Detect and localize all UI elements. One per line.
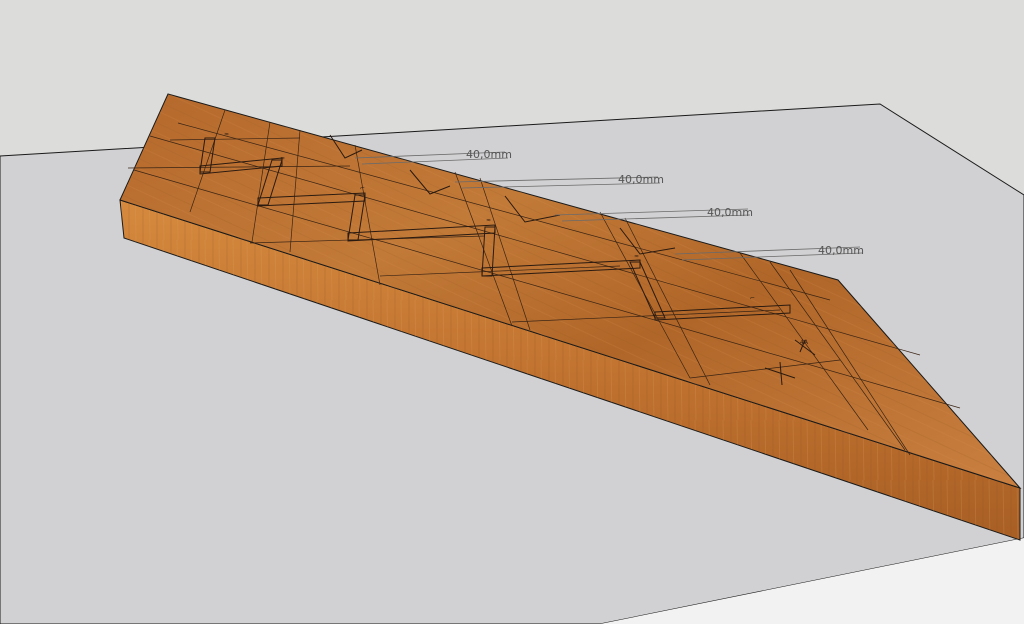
model-viewport[interactable]: 4A ≈ ≈ ⌐ ≈ ≈ ⌐ 40,0mm 40,0mm 40,0mm 40,0…	[0, 0, 1024, 624]
svg-text:⌐: ⌐	[360, 185, 365, 192]
svg-text:≈: ≈	[280, 155, 285, 162]
svg-text:≈: ≈	[486, 217, 491, 224]
dimension-label: 40,0mm	[707, 206, 753, 219]
dimension-label: 40,0mm	[466, 148, 512, 161]
corner-note: 4A	[800, 339, 809, 346]
dimension-label: 40,0mm	[618, 173, 664, 186]
dimension-label: 40,0mm	[818, 244, 864, 257]
svg-text:≈: ≈	[634, 253, 639, 260]
svg-text:⌐: ⌐	[750, 295, 755, 302]
svg-text:≈: ≈	[224, 131, 229, 138]
